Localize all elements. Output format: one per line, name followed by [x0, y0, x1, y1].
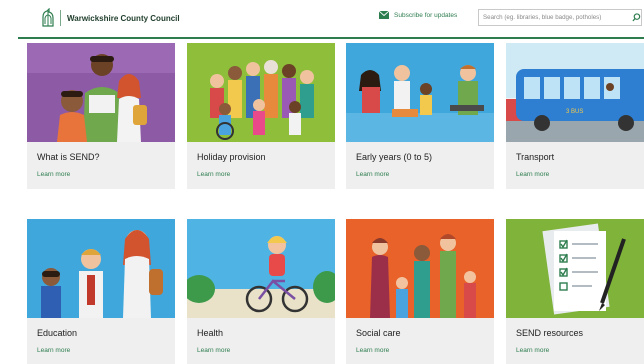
svg-text:3 BUS: 3 BUS [566, 109, 583, 115]
card-education[interactable]: Education Learn more [27, 219, 175, 364]
learn-more-link[interactable]: Learn more [37, 171, 70, 178]
card-transport[interactable]: 3 BUS Transport Learn more [506, 43, 644, 189]
students-illustration [27, 219, 175, 318]
search-input[interactable] [478, 9, 631, 26]
site-header: Warwickshire County Council Subscribe fo… [0, 0, 644, 38]
crowd-illustration [187, 43, 335, 142]
bus-illustration: 3 BUS [506, 43, 644, 142]
logo-divider [60, 10, 61, 26]
subscribe-link[interactable]: Subscribe for updates [379, 11, 457, 19]
card-send-resources[interactable]: SEND resources Learn more [506, 219, 644, 364]
search-button[interactable] [631, 9, 642, 26]
card-title: SEND resources [516, 328, 584, 338]
search-form [478, 9, 642, 26]
card-title: Transport [516, 152, 555, 162]
family-illustration [27, 43, 175, 142]
learn-more-link[interactable]: Learn more [37, 347, 70, 354]
learn-more-link[interactable]: Learn more [516, 171, 549, 178]
card-what-is-send[interactable]: What is SEND? Learn more [27, 43, 175, 189]
site-logo-link[interactable]: Warwickshire County Council [40, 7, 180, 29]
card-health[interactable]: Health Learn more [187, 219, 335, 364]
card-social-care[interactable]: Social care Learn more [346, 219, 494, 364]
card-holiday-provision[interactable]: Holiday provision Learn more [187, 43, 335, 189]
envelope-icon [379, 11, 389, 19]
learn-more-link[interactable]: Learn more [356, 347, 389, 354]
learn-more-link[interactable]: Learn more [356, 171, 389, 178]
checklist-clipboard-illustration [506, 219, 644, 318]
site-name: Warwickshire County Council [67, 13, 180, 23]
card-title: Holiday provision [197, 152, 266, 162]
card-title: Health [197, 328, 224, 338]
card-title: Social care [356, 328, 401, 338]
card-title: What is SEND? [37, 152, 100, 162]
learn-more-link[interactable]: Learn more [197, 171, 230, 178]
header-divider [18, 37, 644, 39]
subscribe-label: Subscribe for updates [394, 11, 458, 19]
parents-and-children-illustration [346, 43, 494, 142]
card-early-years[interactable]: Early years (0 to 5) Learn more [346, 43, 494, 189]
crest-icon [42, 8, 54, 27]
family-group-illustration [346, 219, 494, 318]
card-title: Early years (0 to 5) [356, 152, 433, 162]
card-title: Education [37, 328, 78, 338]
search-icon [631, 13, 640, 22]
learn-more-link[interactable]: Learn more [516, 347, 549, 354]
cyclist-illustration [187, 219, 335, 318]
learn-more-link[interactable]: Learn more [197, 347, 230, 354]
